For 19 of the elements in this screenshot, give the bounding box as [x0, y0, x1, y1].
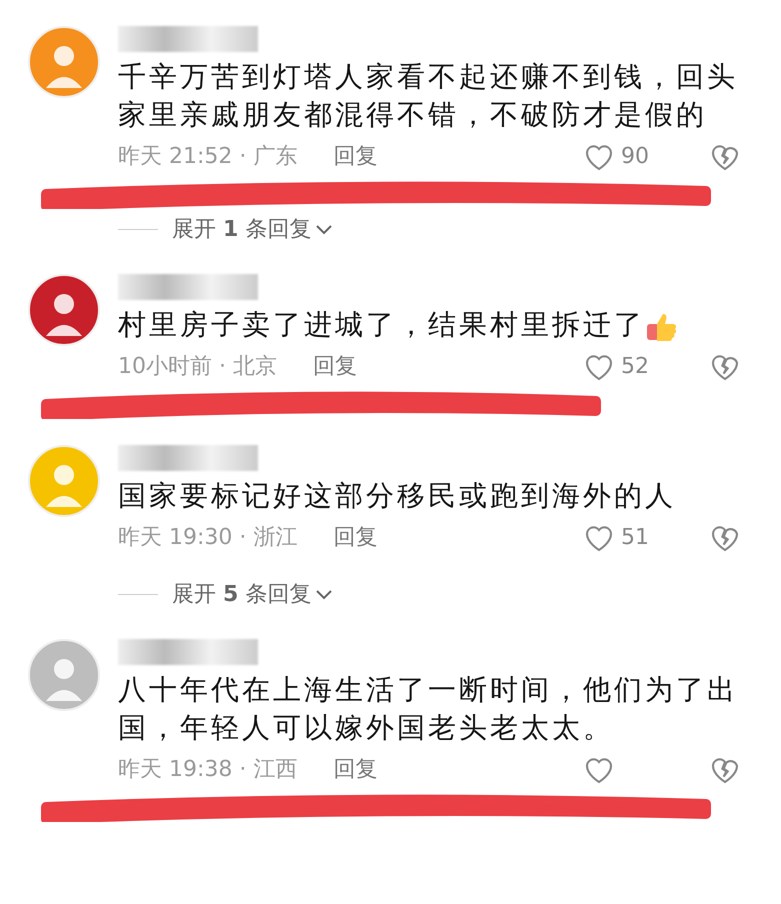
reply-button[interactable]: 回复	[333, 140, 378, 173]
comment-text: 国家要标记好这部分移民或跑到海外的人	[118, 478, 676, 514]
expand-replies-button[interactable]: 展开 5 条回复	[172, 578, 334, 611]
expand-replies-button[interactable]: 展开 1 条回复	[172, 213, 334, 246]
comment-text: 千辛万苦到灯塔人家看不起还赚不到钱，回头家里亲戚朋友都混得不错，不破防才是假的	[118, 59, 739, 133]
comment-text: 村里房子卖了进城了，结果村里拆迁了	[118, 307, 645, 343]
reply-button[interactable]: 回复	[312, 350, 357, 383]
comment-meta: 10小时前 · 北京	[118, 353, 277, 381]
comment-text: 八十年代在上海生活了一断时间，他们为了出国，年轻人可以嫁外国老头老太太。	[118, 672, 739, 746]
comment-meta: 昨天 21:52 · 广东	[118, 143, 298, 171]
comment-meta: 昨天 19:38 · 江西	[118, 756, 298, 784]
comment-meta: 昨天 19:30 · 浙江	[118, 524, 298, 552]
reply-button[interactable]: 回复	[333, 753, 378, 786]
like-count: 52	[621, 353, 650, 381]
chevron-down-icon	[315, 588, 334, 600]
reply-button[interactable]: 回复	[333, 521, 378, 554]
chevron-down-icon	[315, 224, 334, 236]
like-count: 51	[621, 524, 650, 552]
like-count: 90	[621, 143, 650, 171]
